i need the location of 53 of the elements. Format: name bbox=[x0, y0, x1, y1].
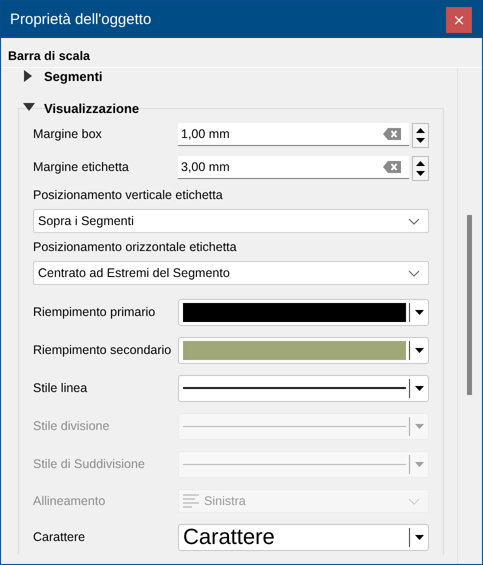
dropdown-arrow-icon bbox=[414, 310, 424, 314]
down-arrow-icon bbox=[416, 171, 425, 176]
section-header[interactable]: Visualizzazione bbox=[44, 100, 140, 116]
line-style-button[interactable] bbox=[178, 374, 429, 402]
color-button[interactable] bbox=[178, 336, 429, 364]
field-heading: Posizionamento verticale etichetta bbox=[33, 188, 223, 202]
dropdown-field[interactable]: Sopra i Segmenti bbox=[33, 209, 429, 233]
field-label: Stile linea bbox=[33, 381, 88, 395]
section-header[interactable]: Segmenti bbox=[44, 68, 103, 84]
up-arrow-icon bbox=[416, 128, 425, 133]
dropdown-arrow-icon bbox=[414, 462, 424, 466]
chevron-down-icon bbox=[408, 270, 420, 276]
font-preview: Carattere bbox=[183, 526, 276, 548]
field-label: Riempimento primario bbox=[33, 305, 156, 319]
spin-field[interactable]: 3,00 mm bbox=[178, 156, 409, 179]
line-preview-icon bbox=[183, 462, 406, 466]
panel-title: Barra di scala bbox=[1, 38, 482, 68]
dropdown-value: Sinistra bbox=[204, 494, 247, 508]
field-label: Margine etichetta bbox=[33, 159, 130, 176]
spin-buttons[interactable] bbox=[412, 123, 429, 148]
scrollbar[interactable] bbox=[457, 68, 473, 564]
dropdown-arrow-icon bbox=[414, 424, 424, 428]
clear-icon bbox=[383, 128, 401, 140]
field-label: Carattere bbox=[33, 530, 86, 544]
close-button[interactable]: × bbox=[446, 6, 472, 32]
chevron-down-icon bbox=[408, 498, 420, 504]
chevron-down-icon bbox=[408, 218, 420, 224]
field-label: Margine box bbox=[33, 126, 103, 143]
scrollbar-thumb[interactable] bbox=[467, 215, 472, 395]
color-button[interactable] bbox=[178, 298, 429, 326]
spin-buttons[interactable] bbox=[412, 156, 429, 181]
align-left-icon bbox=[183, 493, 199, 509]
font-button[interactable]: Carattere bbox=[178, 524, 429, 550]
window-title: Proprietà dell'oggetto bbox=[9, 11, 152, 28]
field-label: Stile divisione bbox=[33, 419, 110, 433]
clear-icon bbox=[383, 161, 401, 173]
field-label: Allineamento bbox=[33, 494, 106, 508]
spin-field[interactable]: 1,00 mm bbox=[178, 123, 409, 146]
field-value: 1,00 mm bbox=[181, 127, 231, 141]
dropdown-arrow-icon bbox=[414, 534, 424, 540]
dropdown-arrow-icon bbox=[414, 348, 424, 352]
dropdown-field[interactable]: Centrato ad Estremi del Segmento bbox=[33, 261, 429, 285]
field-label: Riempimento secondario bbox=[33, 343, 172, 357]
line-preview-icon bbox=[183, 386, 406, 390]
field-value: 3,00 mm bbox=[181, 160, 231, 174]
up-arrow-icon bbox=[416, 160, 425, 166]
down-arrow-icon bbox=[416, 138, 425, 144]
dropdown-arrow-icon bbox=[414, 386, 424, 390]
line-preview-icon bbox=[183, 424, 406, 428]
dropdown-value: Sopra i Segmenti bbox=[38, 214, 135, 228]
field-heading: Posizionamento orizzontale etichetta bbox=[33, 240, 237, 254]
dropdown-value: Centrato ad Estremi del Segmento bbox=[38, 266, 231, 280]
field-label: Stile di Suddivisione bbox=[33, 457, 146, 471]
